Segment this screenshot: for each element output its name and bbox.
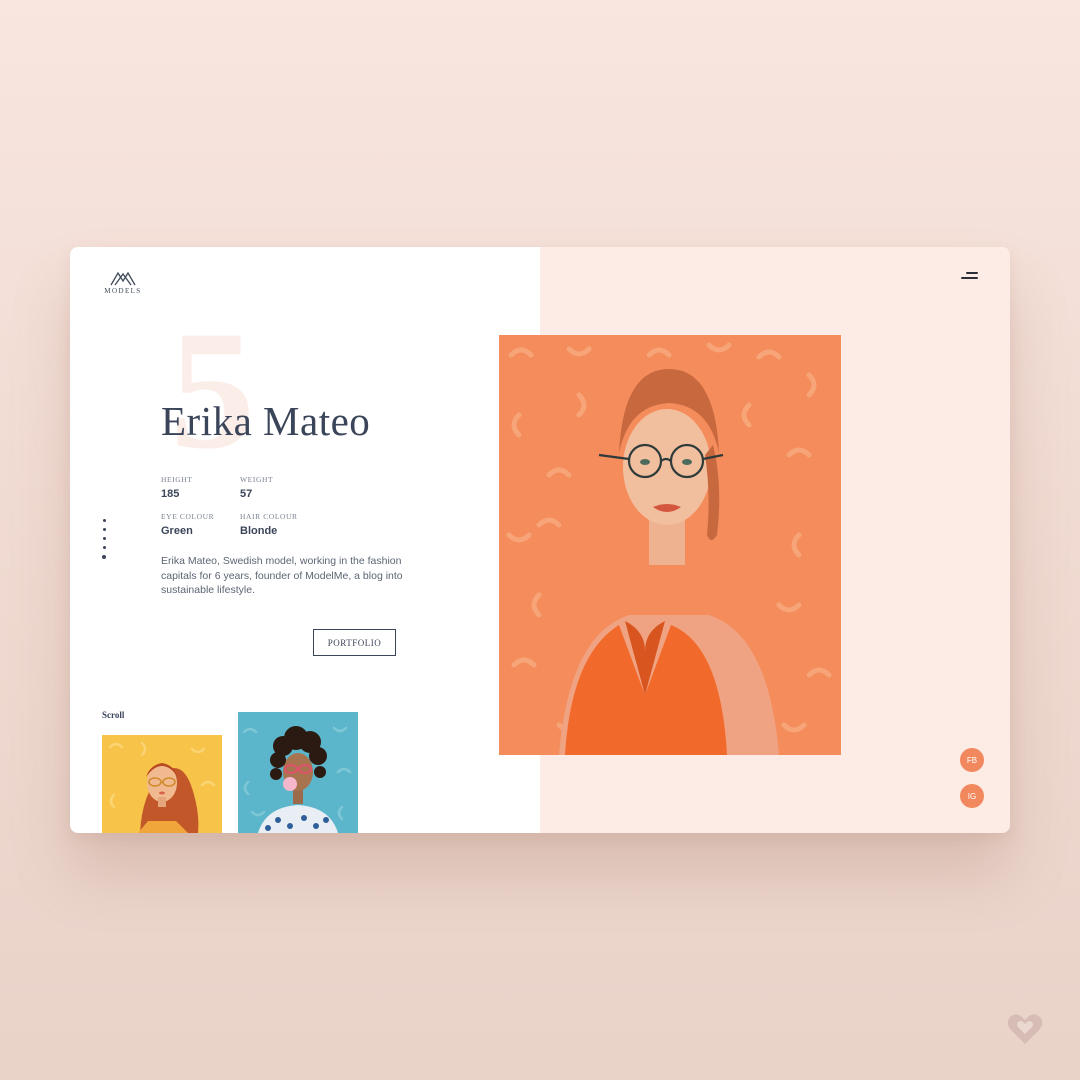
model-thumbnail-yellow[interactable]	[102, 735, 222, 833]
stat-label: HEIGHT	[161, 475, 193, 484]
model-thumbnail-blue[interactable]	[238, 712, 358, 833]
logo-mountain-icon	[110, 271, 136, 286]
portfolio-button[interactable]: PORTFOLIO	[313, 629, 396, 656]
stat-value: 57	[240, 488, 253, 500]
instagram-button[interactable]: IG	[960, 784, 984, 808]
pagination-dot[interactable]	[102, 519, 106, 522]
model-number: 5	[170, 296, 255, 484]
stat-value: 185	[161, 488, 180, 500]
heart-icon	[1007, 1014, 1043, 1044]
pagination-dot-active[interactable]	[102, 555, 106, 559]
model-thumbnail-photo	[238, 712, 358, 833]
model-name: Erika Mateo	[161, 398, 371, 444]
stat-weight: WEIGHT 57	[240, 475, 273, 500]
stat-height: HEIGHT 185	[161, 475, 193, 500]
stat-eye-colour: EYE COLOUR Green	[161, 512, 214, 537]
model-thumbnail-photo	[102, 735, 222, 833]
pagination-dot[interactable]	[102, 537, 106, 540]
models-logo[interactable]: MODELS	[102, 270, 144, 296]
pagination-dots[interactable]	[101, 519, 107, 565]
model-bio: Erika Mateo, Swedish model, working in t…	[161, 555, 403, 596]
facebook-button[interactable]: FB	[960, 748, 984, 772]
pagination-dot[interactable]	[102, 546, 106, 549]
stat-value: Blonde	[240, 525, 278, 537]
menu-icon[interactable]	[956, 270, 980, 282]
logo-text: MODELS	[104, 287, 142, 295]
stat-label: HAIR COLOUR	[240, 512, 298, 521]
pagination-dot[interactable]	[102, 528, 106, 531]
hero-photo	[499, 335, 841, 755]
stat-label: EYE COLOUR	[161, 512, 215, 521]
stat-hair-colour: HAIR COLOUR Blonde	[240, 512, 298, 537]
profile-card: MODELS 5 Erika Mateo HEIGHT 185 WEIGHT 5…	[70, 247, 1010, 833]
model-hero-image	[499, 335, 841, 755]
scroll-label: Scroll	[102, 710, 125, 720]
stat-value: Green	[161, 525, 193, 537]
stat-label: WEIGHT	[240, 475, 274, 484]
